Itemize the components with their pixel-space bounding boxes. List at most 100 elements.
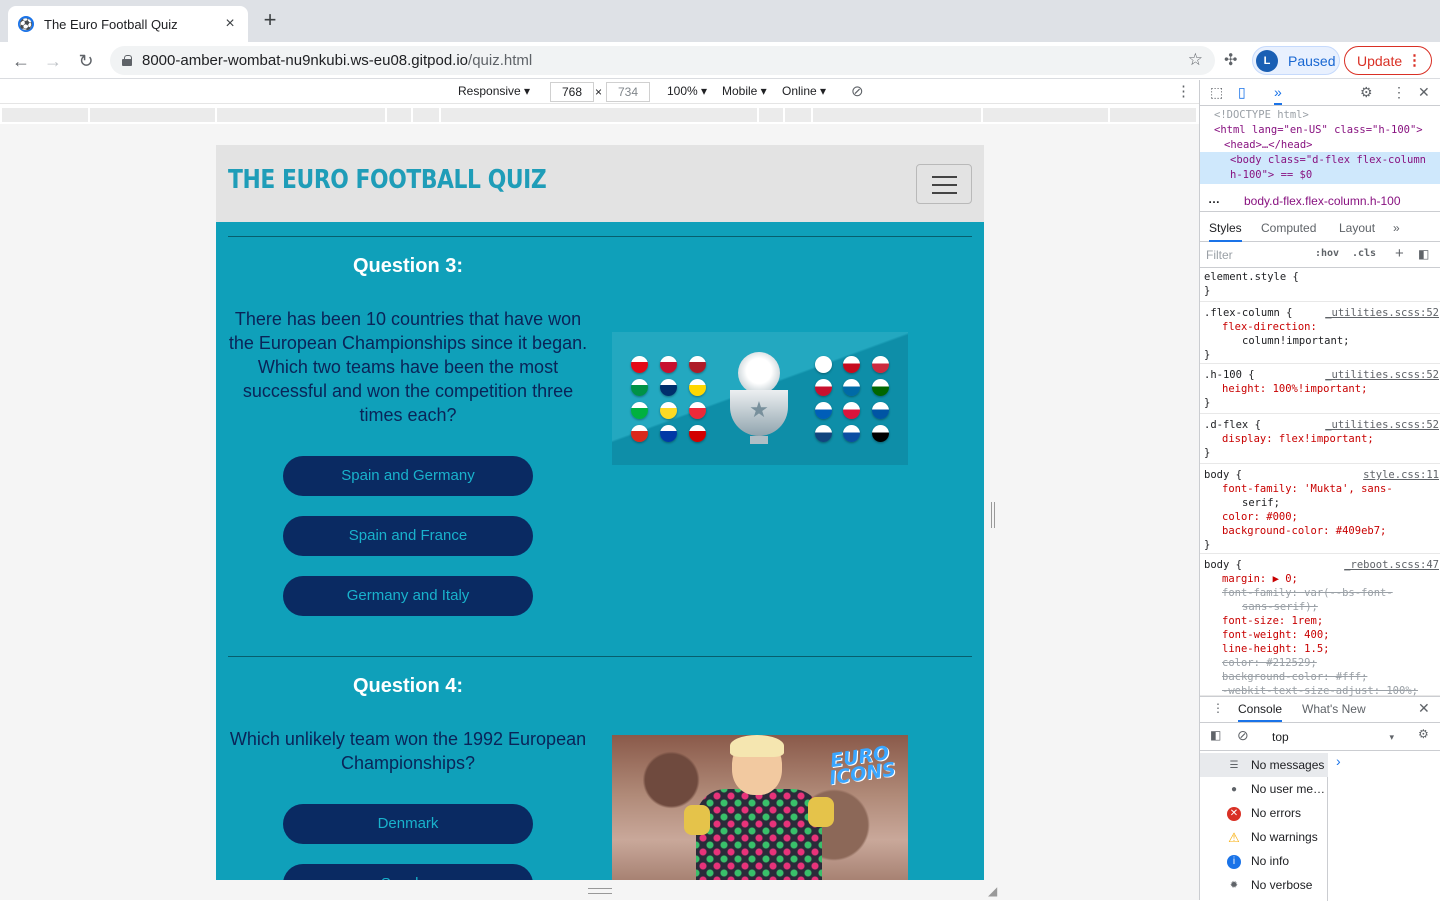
console-filter-item[interactable]: ✕ No errors: [1200, 801, 1328, 825]
css-declaration[interactable]: }: [1204, 284, 1437, 298]
css-rule[interactable]: element.style {}: [1200, 268, 1440, 302]
inspect-icon[interactable]: ⬚: [1210, 84, 1223, 101]
more-vert-icon[interactable]: ⋮: [1212, 701, 1224, 715]
tab-whats-new[interactable]: What's New: [1302, 702, 1366, 716]
answer-button[interactable]: Spain and France: [283, 516, 533, 556]
close-icon[interactable]: ✕: [1418, 84, 1430, 101]
answer-button[interactable]: Denmark: [283, 804, 533, 844]
dom-line[interactable]: <body class="d-flex flex-column h-100"> …: [1230, 153, 1436, 183]
console-filter-item[interactable]: ☰ No messages: [1200, 753, 1328, 777]
bookmark-star-icon[interactable]: ☆: [1188, 50, 1203, 70]
breadcrumb-more-icon[interactable]: …: [1208, 192, 1220, 206]
css-rule[interactable]: .flex-column {_utilities.scss:52 flex-dir…: [1200, 304, 1440, 364]
console-filter-item[interactable]: i No info: [1200, 849, 1328, 873]
css-declaration[interactable]: height: 100%!important;: [1204, 382, 1437, 396]
css-declaration[interactable]: font-family: var(--bs-font-: [1204, 586, 1437, 600]
css-declaration[interactable]: margin: ▶ 0;: [1204, 572, 1437, 586]
tab-console[interactable]: Console: [1238, 702, 1283, 722]
clear-console-icon[interactable]: ⊘: [1237, 727, 1249, 744]
tab-computed[interactable]: Computed: [1261, 221, 1316, 235]
sidebar-toggle-icon[interactable]: ◧: [1210, 728, 1221, 742]
reload-icon[interactable]: ↻: [73, 48, 99, 74]
sidebar-toggle-icon[interactable]: ◧: [1418, 247, 1429, 261]
zoom-select[interactable]: 100% ▾: [667, 84, 707, 98]
answer-button[interactable]: Spain and Germany: [283, 456, 533, 496]
css-declaration[interactable]: sans-serif);: [1204, 600, 1437, 614]
gear-icon[interactable]: ⚙: [1360, 84, 1373, 101]
css-declaration[interactable]: color: #212529;: [1204, 656, 1437, 670]
css-source-link[interactable]: _reboot.scss:47: [1344, 558, 1439, 572]
css-declaration[interactable]: }: [1204, 396, 1437, 410]
resize-handle-bottom[interactable]: [588, 888, 612, 894]
css-declaration[interactable]: -webkit-text-size-adjust: 100%;: [1204, 684, 1437, 696]
css-declaration[interactable]: background-color: #fff;: [1204, 670, 1437, 684]
profile-button[interactable]: L Paused: [1252, 46, 1340, 75]
rotate-icon[interactable]: ⊘: [851, 82, 864, 100]
css-rule[interactable]: .d-flex {_utilities.scss:52 display: flex…: [1200, 416, 1440, 464]
answer-button[interactable]: Germany and Italy: [283, 576, 533, 616]
browser-tab[interactable]: ⚽ The Euro Football Quiz ×: [8, 6, 248, 42]
dom-line[interactable]: <!DOCTYPE html>: [1214, 108, 1309, 123]
resize-handle-right[interactable]: [991, 502, 995, 528]
css-declaration[interactable]: }: [1204, 538, 1437, 552]
console-filter-item[interactable]: ● No user me…: [1200, 777, 1328, 801]
address-bar[interactable]: 8000-amber-wombat-nu9nkubi.ws-eu08.gitpo…: [110, 46, 1215, 75]
network-select[interactable]: Online ▾: [782, 84, 826, 98]
css-source-link[interactable]: _utilities.scss:52: [1325, 368, 1439, 382]
css-declaration[interactable]: }: [1204, 348, 1437, 362]
context-select[interactable]: top ▾: [1264, 727, 1404, 747]
more-vert-icon[interactable]: ⋮: [1392, 84, 1406, 101]
css-declaration[interactable]: line-height: 1.5;: [1204, 642, 1437, 656]
breadcrumb-item[interactable]: body.d-flex.flex-column.h-100: [1244, 194, 1401, 208]
css-declaration[interactable]: font-size: 1rem;: [1204, 614, 1437, 628]
css-declaration[interactable]: display: flex!important;: [1204, 432, 1437, 446]
css-declaration[interactable]: flex-direction:: [1204, 320, 1437, 334]
new-tab-button[interactable]: +: [258, 9, 282, 33]
mode-select[interactable]: Mobile ▾: [722, 84, 767, 98]
css-source-link[interactable]: _utilities.scss:52: [1325, 306, 1439, 320]
css-rule[interactable]: .h-100 {_utilities.scss:52 height: 100%!i…: [1200, 366, 1440, 414]
answer-button[interactable]: Sweden: [283, 864, 533, 880]
hov-toggle[interactable]: :hov: [1315, 248, 1339, 259]
css-declaration[interactable]: serif;: [1204, 496, 1437, 510]
more-tabs-icon[interactable]: »: [1393, 221, 1400, 235]
width-input[interactable]: 768: [550, 82, 594, 102]
css-declaration[interactable]: background-color: #409eb7;: [1204, 524, 1437, 538]
forward-arrow-icon[interactable]: →: [40, 48, 66, 74]
height-input[interactable]: 734: [606, 82, 650, 102]
back-arrow-icon[interactable]: ←: [8, 48, 34, 74]
close-tab-icon[interactable]: ×: [222, 15, 238, 33]
css-rule[interactable]: body {_reboot.scss:47 margin: ▶ 0; font-fa…: [1200, 556, 1440, 696]
device-select[interactable]: Responsive ▾: [458, 84, 530, 98]
cls-toggle[interactable]: .cls: [1352, 248, 1376, 259]
more-vert-icon[interactable]: ⋮: [1176, 82, 1191, 100]
css-rule[interactable]: body {style.css:11 font-family: 'Mukta', …: [1200, 466, 1440, 554]
css-declaration[interactable]: font-weight: 400;: [1204, 628, 1437, 642]
styles-filter-bar: Filter :hov .cls + ◧: [1200, 242, 1440, 268]
close-icon[interactable]: ✕: [1418, 700, 1430, 717]
console-filter-label: No messages: [1251, 758, 1325, 772]
css-declaration[interactable]: }: [1204, 446, 1437, 460]
extensions-puzzle-icon[interactable]: ✣: [1224, 50, 1237, 70]
css-source-link[interactable]: _utilities.scss:52: [1325, 418, 1439, 432]
css-declaration[interactable]: font-family: 'Mukta', sans-: [1204, 482, 1437, 496]
css-declaration[interactable]: column!important;: [1204, 334, 1437, 348]
site-brand[interactable]: THE EURO FOOTBALL QUIZ: [228, 165, 547, 195]
resize-corner-icon[interactable]: ◢: [988, 884, 997, 898]
css-declaration[interactable]: color: #000;: [1204, 510, 1437, 524]
gear-icon[interactable]: ⚙: [1418, 727, 1429, 741]
tab-styles[interactable]: Styles: [1209, 221, 1242, 242]
add-rule-icon[interactable]: +: [1395, 245, 1404, 262]
css-source-link[interactable]: style.css:11: [1363, 468, 1439, 482]
tab-layout[interactable]: Layout: [1339, 221, 1375, 235]
update-button[interactable]: Update ⋮: [1344, 46, 1432, 75]
navbar-toggler-button[interactable]: [916, 164, 972, 204]
console-filter-item[interactable]: ⚠ No warnings: [1200, 825, 1328, 849]
dom-line[interactable]: <html lang="en-US" class="h-100">: [1214, 123, 1423, 138]
more-panels-icon[interactable]: »: [1274, 84, 1282, 105]
console-prompt-chevron-icon[interactable]: ›: [1336, 753, 1341, 769]
console-filter-item[interactable]: ✹ No verbose: [1200, 873, 1328, 897]
filter-input[interactable]: Filter: [1206, 248, 1306, 262]
device-toggle-icon[interactable]: ▯: [1238, 84, 1246, 101]
dom-line[interactable]: <head>…</head>: [1224, 138, 1313, 153]
